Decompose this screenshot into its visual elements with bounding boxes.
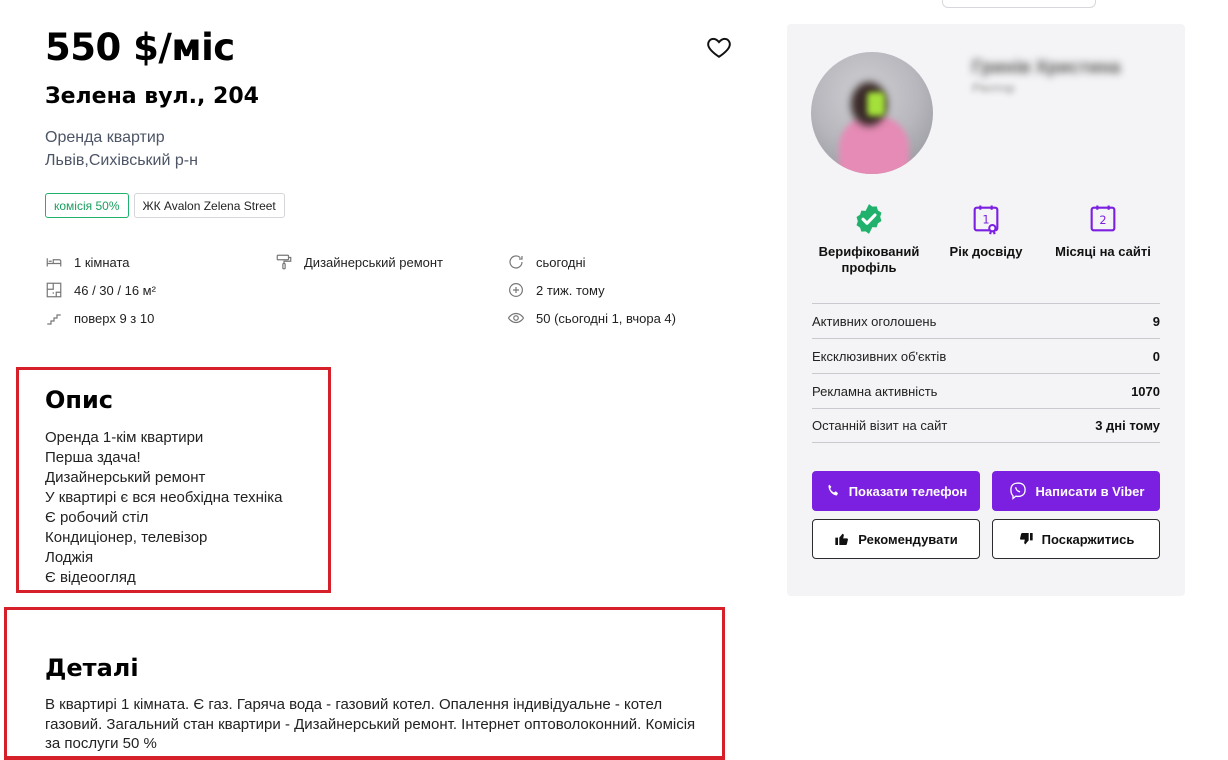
description-line: Лоджія [45, 549, 94, 566]
recommend-label: Рекомендувати [858, 531, 958, 547]
stat-row-last-visit: Останній візит на сайт 3 дні тому [812, 408, 1160, 443]
svg-text:1: 1 [982, 212, 989, 226]
description-line: У квартирі є вся необхідна техніка [45, 489, 283, 506]
complex-tag[interactable]: ЖК Avalon Zelena Street [133, 193, 285, 218]
feature-rooms-text: 1 кімната [74, 254, 130, 270]
feature-updated: сьогодні [507, 253, 586, 271]
complain-label: Поскаржитись [1041, 531, 1135, 547]
calendar-award-icon: 1 [973, 205, 999, 235]
listing-location[interactable]: Львів,Сихівський р-н [45, 152, 198, 170]
show-phone-button[interactable]: Показати телефон [812, 471, 980, 511]
stairs-icon [47, 314, 61, 325]
calendar-icon: 2 [1090, 205, 1116, 232]
commission-tag: комісія 50% [45, 193, 129, 218]
feature-views-text: 50 (сьогодні 1, вчора 4) [536, 310, 676, 326]
listing-price: 550 $/міс [45, 26, 235, 69]
stat-row-ads: Рекламна активність 1070 [812, 373, 1160, 408]
feature-published: 2 тиж. тому [507, 281, 605, 299]
description-title: Опис [45, 386, 114, 414]
stat-label: Останній візит на сайт [812, 418, 948, 433]
stat-value: 9 [1152, 313, 1160, 329]
description-line: Дизайнерський ремонт [45, 469, 206, 486]
details-body: В квартирі 1 кімната. Є газ. Гаряча вода… [45, 696, 696, 752]
stat-row-active: Активних оголошень 9 [812, 303, 1160, 338]
floorplan-icon [46, 282, 62, 298]
feature-views: 50 (сьогодні 1, вчора 4) [507, 309, 676, 327]
badge-verified-label: Верифікований профіль [818, 244, 920, 275]
badge-verified: Верифікований профіль [809, 202, 929, 276]
eye-icon [507, 312, 525, 324]
stat-label: Рекламна активність [812, 383, 938, 399]
description-line: Є робочий стіл [45, 509, 149, 526]
top-dropdown-stub[interactable] [942, 0, 1096, 8]
stat-value: 0 [1152, 348, 1160, 364]
badge-months-label: Місяці на сайті [1055, 244, 1151, 259]
paint-roller-icon [276, 254, 292, 270]
features-grid: 1 кімната 46 / 30 / 16 м² поверх 9 з 10 … [45, 253, 725, 337]
stat-value: 1070 [1131, 383, 1160, 399]
feature-floor-text: поверх 9 з 10 [74, 310, 155, 326]
feature-area-text: 46 / 30 / 16 м² [74, 282, 156, 298]
viber-icon [1009, 482, 1026, 500]
feature-floor: поверх 9 з 10 [45, 309, 154, 327]
thumbs-down-icon [1019, 533, 1033, 545]
bed-icon [46, 258, 62, 267]
recommend-button[interactable]: Рекомендувати [812, 519, 980, 559]
complain-button[interactable]: Поскаржитись [992, 519, 1160, 559]
badge-months: 2 Місяці на сайті [1043, 202, 1163, 260]
stat-row-exclusive: Ексклюзивних об'єктів 0 [812, 338, 1160, 373]
feature-area: 46 / 30 / 16 м² [45, 281, 156, 299]
plus-circle-icon [509, 283, 523, 297]
description-line: Є відеоогляд [45, 569, 136, 586]
agent-role: Ріелтор [972, 81, 1015, 95]
stat-value: 3 дні тому [1095, 418, 1160, 433]
description-body: Оренда 1-кім квартири Перша здача! Дизай… [45, 428, 282, 588]
favorite-heart-icon[interactable] [706, 34, 732, 60]
agent-name[interactable]: Гринів Христина [972, 57, 1120, 78]
listing-category[interactable]: Оренда квартир [45, 129, 165, 147]
feature-renovation-text: Дизайнерський ремонт [304, 254, 444, 270]
listing-tags: комісія 50% ЖК Avalon Zelena Street [45, 193, 285, 218]
agent-card: Гринів Христина Ріелтор Верифікований пр… [787, 24, 1185, 596]
show-phone-label: Показати телефон [848, 483, 968, 499]
viber-label: Написати в Viber [1035, 483, 1145, 499]
listing-address: Зелена вул., 204 [45, 84, 259, 109]
description-line: Оренда 1-кім квартири [45, 429, 204, 446]
description-line: Кондиціонер, телевізор [45, 529, 208, 546]
feature-renovation: Дизайнерський ремонт [275, 253, 443, 271]
thumbs-up-icon [835, 533, 849, 545]
description-line: Перша здача! [45, 449, 141, 466]
svg-text:2: 2 [1099, 213, 1106, 227]
stat-label: Активних оголошень [812, 313, 937, 329]
details-title: Деталі [45, 654, 139, 682]
refresh-icon [509, 255, 523, 269]
badge-experience-label: Рік досвіду [949, 244, 1023, 259]
feature-updated-text: сьогодні [536, 254, 586, 270]
verified-check-icon [856, 204, 882, 234]
viber-button[interactable]: Написати в Viber [992, 471, 1160, 511]
feature-published-text: 2 тиж. тому [536, 282, 605, 298]
badge-experience: 1 Рік досвіду [926, 202, 1046, 260]
stat-label: Ексклюзивних об'єктів [812, 348, 947, 364]
feature-rooms: 1 кімната [45, 253, 130, 271]
agent-stats: Активних оголошень 9 Ексклюзивних об'єкт… [812, 303, 1160, 443]
phone-icon [828, 484, 838, 496]
agent-avatar[interactable] [811, 52, 933, 174]
